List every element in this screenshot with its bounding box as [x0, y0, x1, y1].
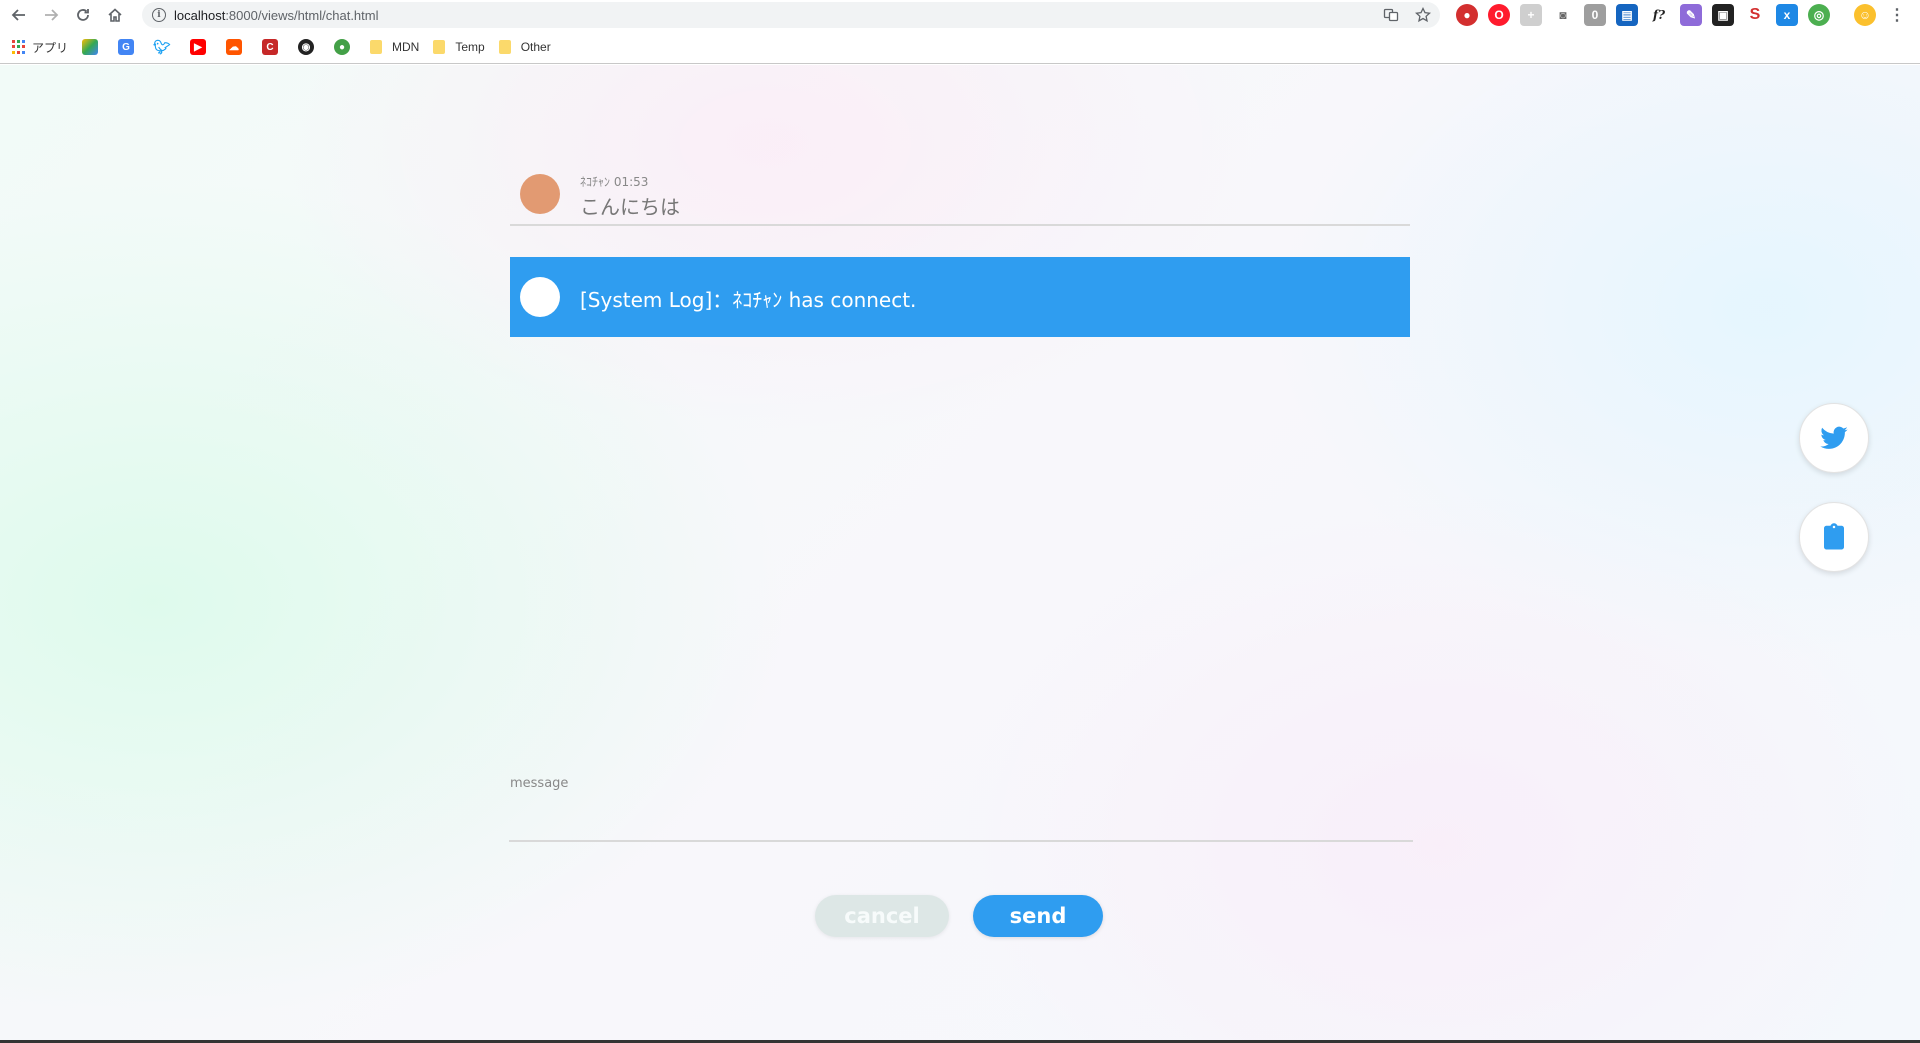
folder-icon — [433, 40, 446, 54]
bookmark-folder-temp[interactable]: Temp — [433, 40, 485, 54]
add-extension-icon[interactable]: + — [1520, 4, 1542, 26]
reload-button[interactable] — [70, 2, 96, 28]
message-input[interactable] — [509, 796, 1413, 842]
url-text: localhost:8000/views/html/chat.html — [174, 8, 379, 23]
bookmark-apps[interactable]: アプリ — [12, 39, 68, 56]
s-extension-icon[interactable]: S — [1744, 4, 1766, 26]
bookmark-github[interactable]: ◉ — [298, 39, 320, 55]
message-label: message — [510, 776, 569, 791]
url-host: localhost — [174, 7, 226, 23]
bookmark-youtube[interactable]: ▶ — [190, 39, 212, 55]
ghost-icon[interactable]: ▣ — [1712, 4, 1734, 26]
message-text: こんにちは — [580, 195, 680, 219]
address-bar-actions — [1382, 6, 1432, 24]
red-bookmark-icon: C — [262, 39, 279, 55]
clipboard-button[interactable] — [1799, 502, 1869, 572]
profile-avatar[interactable]: ☺ — [1854, 4, 1876, 26]
bookmark-red[interactable]: C — [262, 39, 284, 55]
bookmark-green[interactable]: ● — [334, 39, 356, 55]
bookmark-folder-label: Temp — [455, 40, 485, 54]
bookmarks-bar: アプリ G 🐦︎ ▶ ☁ C ◉ ● MDN Temp Other — [0, 34, 1920, 60]
arrow-left-icon — [11, 9, 25, 21]
star-icon[interactable] — [1414, 6, 1432, 24]
message-meta: ﾈｺﾁｬﾝ 01:53 — [580, 173, 648, 190]
back-button[interactable] — [6, 2, 32, 28]
opera-icon[interactable]: O — [1488, 4, 1510, 26]
book-icon[interactable]: ▤ — [1616, 4, 1638, 26]
camera-icon[interactable]: ◙ — [1552, 4, 1574, 26]
bookmark-drive[interactable] — [82, 39, 104, 55]
green-extension-icon[interactable]: ◎ — [1808, 4, 1830, 26]
bookmark-translate[interactable]: G — [118, 39, 140, 55]
green-bookmark-icon: ● — [334, 39, 351, 55]
message-time: 01:53 — [613, 175, 649, 189]
system-avatar — [520, 277, 560, 317]
bookmark-folder-label: Other — [520, 40, 551, 54]
clipboard-icon — [1824, 523, 1844, 550]
folder-icon — [498, 40, 511, 54]
bookmark-folder-mdn[interactable]: MDN — [370, 40, 419, 54]
url-path: :8000/views/html/chat.html — [225, 7, 379, 23]
fx-icon[interactable]: f? — [1648, 4, 1670, 26]
bookmark-folder-label: MDN — [392, 40, 420, 54]
info-icon[interactable]: i — [152, 8, 166, 22]
google-translate-icon: G — [118, 39, 135, 55]
system-log-text: [System Log]：ﾈｺﾁｬﾝ has connect. — [580, 288, 917, 312]
number-icon[interactable]: 0 — [1584, 4, 1606, 26]
send-button[interactable]: send — [973, 895, 1103, 937]
address-bar[interactable]: i localhost:8000/views/html/chat.html — [142, 2, 1440, 28]
chat-message: ﾈｺﾁｬﾝ 01:53 こんにちは — [510, 157, 1410, 226]
apps-icon — [12, 40, 26, 54]
drive-icon — [82, 39, 99, 55]
forward-button[interactable] — [38, 2, 64, 28]
lastpass-icon[interactable]: ● — [1456, 4, 1478, 26]
bookmark-twitter[interactable]: 🐦︎ — [153, 38, 176, 55]
menu-icon[interactable]: ⋮ — [1886, 4, 1908, 26]
system-log-message: [System Log]：ﾈｺﾁｬﾝ has connect. — [510, 257, 1410, 337]
soundcloud-icon: ☁ — [226, 39, 243, 55]
twitter-icon: 🐦︎ — [153, 38, 171, 55]
translate-extension-icon[interactable]: x — [1776, 4, 1798, 26]
bookmark-soundcloud[interactable]: ☁ — [226, 39, 248, 55]
cancel-button[interactable]: cancel — [815, 895, 949, 937]
browser-chrome: i localhost:8000/views/html/chat.html ● … — [0, 0, 1920, 64]
twitter-icon — [1820, 426, 1848, 449]
home-button[interactable] — [102, 2, 128, 28]
translate-icon[interactable] — [1382, 6, 1400, 24]
message-composer: message — [509, 776, 1413, 913]
home-icon — [108, 8, 122, 22]
bookmark-apps-label: アプリ — [32, 40, 69, 55]
reload-icon — [77, 9, 89, 21]
browser-toolbar: i localhost:8000/views/html/chat.html ● … — [0, 0, 1920, 30]
avatar — [520, 174, 560, 214]
message-author: ﾈｺﾁｬﾝ — [580, 175, 611, 189]
folder-icon — [370, 40, 383, 54]
chat-log: ﾈｺﾁｬﾝ 01:53 こんにちは [System Log]：ﾈｺﾁｬﾝ has… — [510, 157, 1410, 337]
extensions-bar: ● O + ◙ 0 ▤ f? ✎ ▣ S x ◎ ☺ ⋮ — [1456, 4, 1908, 26]
arrow-right-icon — [45, 9, 59, 21]
pen-icon[interactable]: ✎ — [1680, 4, 1702, 26]
bookmark-folder-other[interactable]: Other — [498, 40, 551, 54]
twitter-share-button[interactable] — [1799, 403, 1869, 473]
youtube-icon: ▶ — [190, 39, 207, 55]
github-icon: ◉ — [298, 39, 315, 55]
